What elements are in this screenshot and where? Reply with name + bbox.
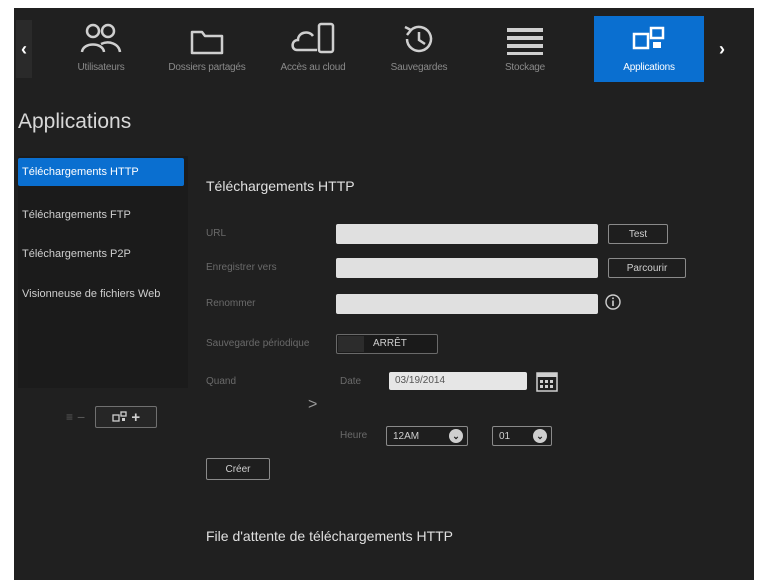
chevron-down-icon: ⌄: [533, 429, 547, 443]
nav-next-arrow[interactable]: ›: [714, 20, 730, 78]
nav-item-applications[interactable]: Applications: [594, 16, 704, 82]
users-icon: [48, 16, 154, 56]
app-window: ‹ Utilisateurs Dossiers partagés Accès a…: [14, 8, 754, 580]
rename-input[interactable]: [336, 294, 598, 314]
browse-button[interactable]: Parcourir: [608, 258, 686, 278]
nav-label-storage: Stockage: [504, 62, 546, 73]
nav-item-cloud-access[interactable]: Accès au cloud: [260, 16, 366, 82]
nav-item-backups[interactable]: Sauvegardes: [366, 16, 472, 82]
rename-label: Renommer: [206, 298, 256, 309]
sidebar: Téléchargements HTTP Téléchargements FTP…: [18, 156, 188, 388]
toggle-state: ARRÊT: [373, 338, 407, 349]
nav-label-users: Utilisateurs: [77, 62, 125, 73]
calendar-icon[interactable]: [536, 370, 558, 392]
url-input[interactable]: [336, 224, 598, 244]
sidebar-item-http-downloads[interactable]: Téléchargements HTTP: [18, 158, 184, 186]
nav-item-users[interactable]: Utilisateurs: [48, 16, 154, 82]
nav-label-backups: Sauvegardes: [390, 62, 448, 73]
hour-value: 12AM: [393, 430, 420, 442]
minute-select[interactable]: 01 ⌄: [492, 426, 552, 446]
recurring-toggle[interactable]: ARRÊT: [336, 334, 438, 354]
hour-select[interactable]: 12AM ⌄: [386, 426, 468, 446]
sidebar-tools: ≡ − +: [66, 406, 158, 428]
chevron-down-icon: ⌄: [449, 429, 463, 443]
sidebar-item-ftp-downloads[interactable]: Téléchargements FTP: [18, 201, 184, 229]
nav-item-storage[interactable]: Stockage: [472, 16, 578, 82]
nav-label-cloud-access: Accès au cloud: [280, 62, 346, 73]
add-app-button[interactable]: +: [95, 406, 158, 428]
top-navigation: ‹ Utilisateurs Dossiers partagés Accès a…: [14, 8, 754, 90]
save-to-input[interactable]: [336, 258, 598, 278]
queue-title: File d'attente de téléchargements HTTP: [206, 528, 454, 544]
save-to-label: Enregistrer vers: [206, 262, 277, 273]
nav-label-applications: Applications: [623, 62, 675, 73]
toggle-knob: [338, 336, 364, 352]
recurring-label: Sauvegarde périodique: [206, 338, 310, 349]
nav-label-shared-folders: Dossiers partagés: [168, 62, 246, 73]
when-label: Quand: [206, 376, 237, 387]
nav-item-shared-folders[interactable]: Dossiers partagés: [154, 16, 260, 82]
test-button[interactable]: Test: [608, 224, 668, 244]
remove-app-button[interactable]: ≡ −: [66, 409, 85, 425]
create-button[interactable]: Créer: [206, 458, 270, 480]
plus-icon: +: [131, 408, 141, 426]
sidebar-item-p2p-downloads[interactable]: Téléchargements P2P: [18, 240, 184, 268]
url-label: URL: [206, 228, 227, 239]
section-title: Téléchargements HTTP: [206, 178, 355, 194]
nav-prev-arrow[interactable]: ‹: [16, 20, 32, 78]
applications-icon: [594, 16, 704, 56]
date-label: Date: [340, 376, 362, 387]
list-icon: ≡: [66, 410, 74, 424]
applications-small-icon: [112, 411, 127, 422]
date-input[interactable]: 03/19/2014: [389, 372, 527, 390]
sidebar-item-web-file-viewer[interactable]: Visionneuse de fichiers Web: [18, 280, 184, 308]
minute-value: 01: [499, 430, 511, 442]
remove-label: −: [77, 409, 86, 425]
cloud-access-icon: [260, 16, 366, 56]
folder-icon: [154, 16, 260, 56]
expand-chevron: >: [308, 396, 318, 413]
info-icon[interactable]: [604, 293, 622, 311]
storage-icon: [472, 16, 578, 56]
backup-history-icon: [366, 16, 472, 56]
page-title: Applications: [18, 110, 132, 133]
hour-label: Heure: [340, 430, 368, 441]
